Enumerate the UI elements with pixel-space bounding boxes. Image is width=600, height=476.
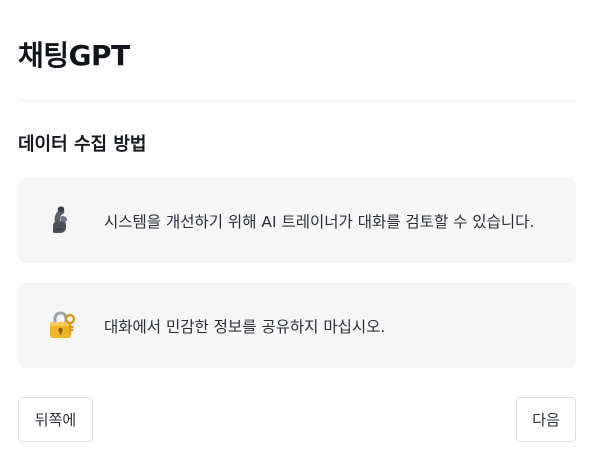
locked-with-key-icon [50, 311, 76, 338]
next-button[interactable]: 다음 [516, 397, 576, 442]
header-divider [18, 100, 576, 101]
info-card-text: 시스템을 개선하기 위해 AI 트레이너가 대화를 검토할 수 있습니다. [104, 212, 535, 231]
flexed-biceps-icon [53, 206, 67, 233]
page-title: 채팅GPT [18, 39, 130, 72]
info-card-ai-trainers: 시스템을 개선하기 위해 AI 트레이너가 대화를 검토할 수 있습니다. [18, 178, 576, 263]
section-heading: 데이터 수집 방법 [18, 134, 147, 155]
info-card-sensitive-info: 대화에서 민감한 정보를 공유하지 마십시오. [18, 283, 576, 368]
info-card-text: 대화에서 민감한 정보를 공유하지 마십시오. [104, 317, 386, 336]
back-button[interactable]: 뒤쪽에 [18, 397, 93, 442]
